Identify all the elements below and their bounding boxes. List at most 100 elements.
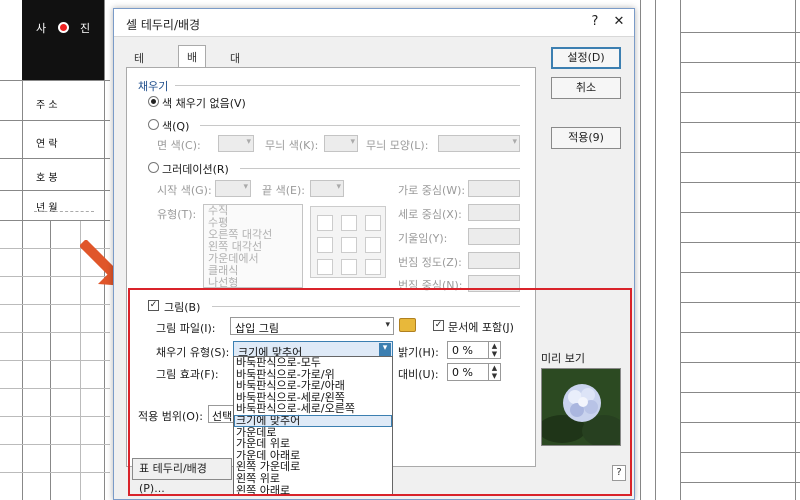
pattern-shape-dropdown[interactable] [438,135,520,152]
spin-arrows-icon[interactable]: ▲ ▼ [488,342,500,358]
table-line [640,0,641,500]
brightness-value: 0 % [452,344,473,357]
change-degree-label: 번짐 정도(Z): [398,256,462,269]
table-line [0,220,110,221]
fill-type-dropdown-list[interactable]: 바둑판식으로-모두 바둑판식으로-가로/위 바둑판식으로-가로/아래 바둑판식으… [233,356,393,496]
table-line [0,444,110,445]
gradient-preview [310,206,386,278]
table-line [0,80,110,81]
ok-button[interactable]: 설정(D) [551,47,621,69]
table-line [680,272,800,273]
table-line [0,388,110,389]
section-separator [240,168,520,169]
no-fill-label: 색 채우기 없음(V) [162,97,246,110]
picture-file-input[interactable]: 삽입 그림 ▾ [230,317,394,335]
table-line [680,452,800,453]
table-line [680,122,800,123]
section-separator [200,125,520,126]
record-dot-icon [58,22,69,33]
v-center-spinner[interactable] [468,204,520,221]
table-border-background-button[interactable]: 표 테두리/배경(P)... [132,458,232,495]
face-color-dropdown[interactable] [218,135,254,152]
preview-cell [317,237,333,253]
fill-type-label: 채우기 유형(S): [156,346,230,359]
table-line [0,472,110,473]
embed-checkbox[interactable]: ✓ [433,320,444,331]
close-icon[interactable]: ✕ [610,14,628,29]
apply-range-value: 선택 [212,410,233,423]
hydrangea-image [542,369,620,445]
preview-cell [341,259,357,275]
change-degree-spinner[interactable] [468,252,520,269]
dialog-titlebar[interactable]: 셀 테두리/배경 ? ✕ [114,9,634,37]
chevron-down-icon[interactable]: ▾ [385,320,390,330]
tab-diagonal[interactable]: 대각선 [222,47,248,97]
table-line [680,482,800,483]
change-center-label: 번짐 중심(N): [398,279,463,292]
gradient-label: 그러데이션(R) [162,163,229,176]
table-line [680,242,800,243]
tab-background[interactable]: 배경 [178,45,207,80]
table-line [655,0,656,500]
apply-button[interactable]: 적용(9) [551,127,621,149]
start-color-label: 시작 색(G): [157,184,212,197]
grade-label: 호 봉 [36,173,58,184]
help-button[interactable]: ? [612,465,626,481]
brightness-label: 밝기(H): [398,346,439,359]
table-line [0,304,110,305]
apply-range-label: 적용 범위(O): [138,410,203,423]
table-line [680,92,800,93]
dropdown-option[interactable]: 왼쪽 아래로 [234,484,392,495]
gradient-type-label: 유형(T): [157,208,197,221]
change-center-spinner[interactable] [468,275,520,292]
dropdown-option[interactable]: 바둑판식으로-모두 [234,357,392,369]
spin-arrows-icon[interactable]: ▲ ▼ [488,364,500,380]
chevron-down-icon[interactable]: ▾ [379,343,391,357]
no-fill-radio[interactable] [148,96,159,107]
picture-effect-label: 그림 효과(F): [156,368,219,381]
dialog-title: 셀 테두리/배경 [126,18,201,32]
preview-cell [365,237,381,253]
help-icon[interactable]: ? [586,14,604,29]
gradient-type-list[interactable]: 수직 수평 오른쪽 대각선 왼쪽 대각선 가운데에서 클래식 나선형 [203,204,303,288]
list-item[interactable]: 나선형 [204,277,302,288]
contrast-spinner[interactable]: 0 % ▲ ▼ [447,363,501,381]
dashed-underline [34,211,94,212]
picture-file-label: 그림 파일(I): [156,322,216,335]
embed-label: 문서에 포함(J) [448,321,514,334]
face-color-label: 면 색(C): [157,139,201,152]
table-line [0,120,110,121]
pattern-color-dropdown[interactable] [324,135,358,152]
cancel-button[interactable]: 취소 [551,77,621,99]
slope-spinner[interactable] [468,228,520,245]
dropdown-option[interactable]: 왼쪽 위로 [234,473,392,485]
contact-label: 연 락 [36,139,58,150]
table-line [680,152,800,153]
start-color-dropdown[interactable] [215,180,251,197]
photo-label-right: 진 [80,22,91,35]
preview-label: 미리 보기 [541,352,585,365]
preview-cell [365,259,381,275]
table-line [680,62,800,63]
preview-cell [317,215,333,231]
end-color-dropdown[interactable] [310,180,344,197]
dropdown-option[interactable]: 가운데 위로 [234,438,392,450]
table-line [0,332,110,333]
h-center-spinner[interactable] [468,180,520,197]
brightness-spinner[interactable]: 0 % ▲ ▼ [447,341,501,359]
preview-cell [341,237,357,253]
v-center-label: 세로 중심(X): [398,208,462,221]
section-separator [212,306,520,307]
tab-border[interactable]: 테두리 [126,47,152,97]
contrast-label: 대비(U): [398,368,439,381]
h-center-label: 가로 중심(W): [398,184,466,197]
gradient-radio[interactable] [148,162,159,173]
photo-label-left: 사 [36,22,47,35]
folder-icon[interactable] [399,318,416,332]
color-radio[interactable] [148,119,159,130]
dropdown-option-selected[interactable]: 크기에 맞추어 [234,415,392,427]
picture-checkbox[interactable]: ✓ [148,300,159,311]
color-label: 색(Q) [162,120,190,133]
preview-cell [341,215,357,231]
section-separator [175,85,520,86]
